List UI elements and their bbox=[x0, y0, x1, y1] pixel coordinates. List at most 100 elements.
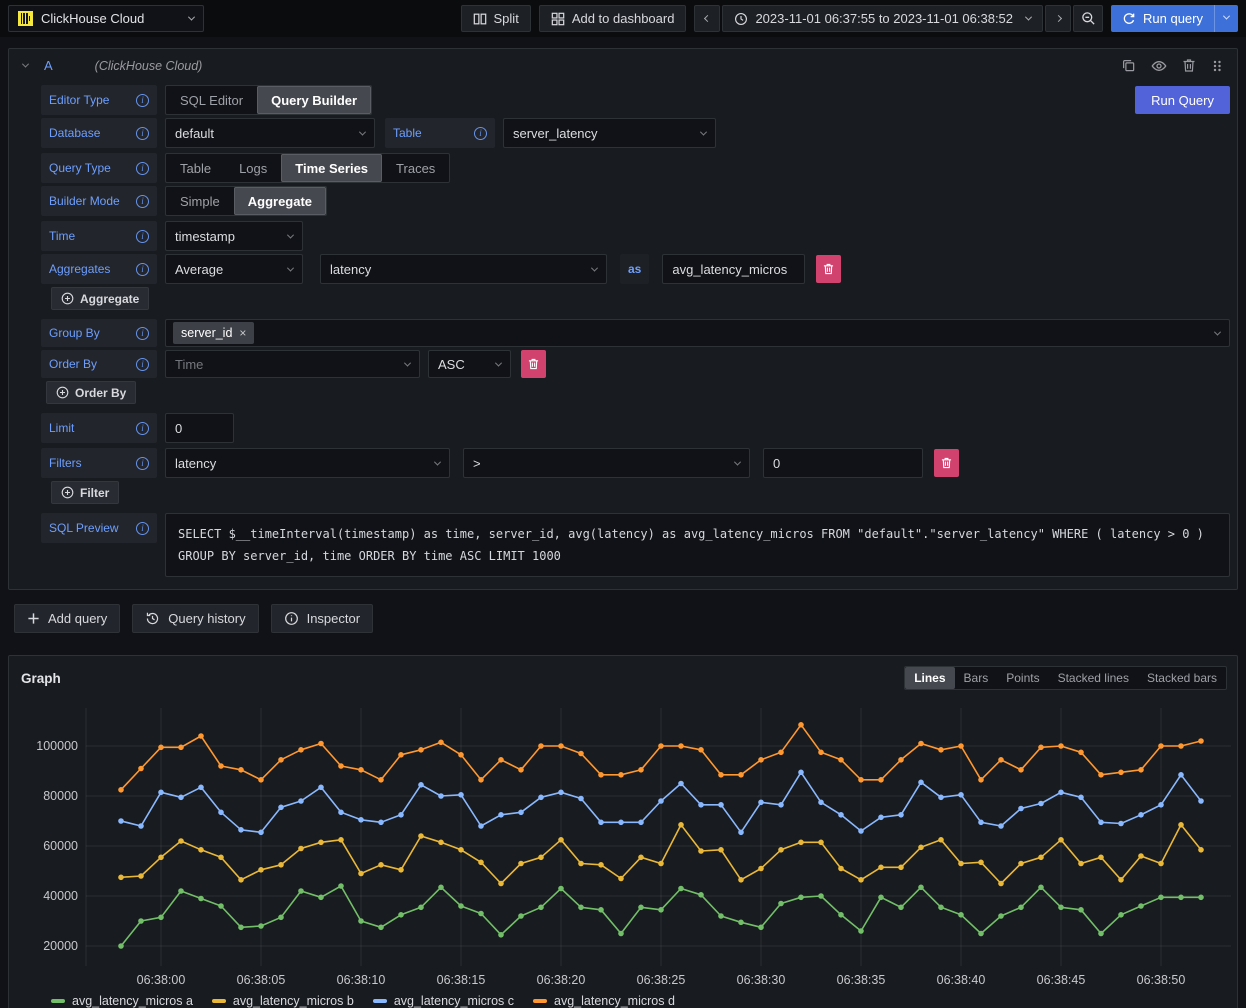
chevron-down-icon bbox=[1214, 328, 1221, 335]
time-range-forward-button[interactable] bbox=[1045, 5, 1071, 32]
query-history-button[interactable]: Query history bbox=[132, 604, 258, 633]
plus-circle-icon bbox=[56, 386, 69, 399]
svg-text:60000: 60000 bbox=[43, 839, 78, 853]
inspector-label: Inspector bbox=[307, 611, 360, 626]
run-query-split-button: Run query bbox=[1111, 5, 1238, 32]
builder-mode-option-aggregate[interactable]: Aggregate bbox=[234, 187, 326, 215]
info-icon[interactable]: i bbox=[136, 263, 149, 276]
hide-response-button[interactable] bbox=[1151, 58, 1167, 74]
chevron-down-icon bbox=[287, 264, 294, 271]
info-icon[interactable]: i bbox=[136, 327, 149, 340]
info-icon[interactable]: i bbox=[136, 127, 149, 140]
dashboard-grid-icon bbox=[551, 12, 565, 26]
run-query-dropdown[interactable] bbox=[1214, 5, 1238, 32]
chevron-down-icon bbox=[359, 128, 366, 135]
svg-text:06:38:40: 06:38:40 bbox=[937, 973, 986, 987]
trash-icon bbox=[1182, 58, 1196, 73]
datasource-picker[interactable]: ClickHouse Cloud bbox=[8, 5, 204, 32]
top-toolbar: ClickHouse Cloud Split Add to dashboard … bbox=[0, 0, 1246, 37]
drag-handle[interactable] bbox=[1211, 59, 1223, 73]
plus-circle-icon bbox=[61, 292, 74, 305]
query-type-option-time-series[interactable]: Time Series bbox=[281, 154, 382, 182]
plus-icon bbox=[27, 612, 40, 625]
remove-filter-button[interactable] bbox=[934, 449, 959, 477]
order-by-direction-select[interactable]: ASC bbox=[428, 350, 511, 378]
panel-run-query-button[interactable]: Run Query bbox=[1135, 86, 1230, 114]
remove-tag-icon[interactable]: × bbox=[239, 326, 246, 340]
svg-text:06:38:00: 06:38:00 bbox=[137, 973, 186, 987]
filters-label: Filtersi bbox=[41, 448, 157, 478]
editor-type-option-sql-editor[interactable]: SQL Editor bbox=[166, 86, 257, 114]
query-history-label: Query history bbox=[168, 611, 245, 626]
filter-value-input[interactable]: 0 bbox=[763, 448, 923, 478]
table-select[interactable]: server_latency bbox=[503, 118, 716, 148]
zoom-out-icon bbox=[1081, 11, 1096, 26]
legend-item-d[interactable]: avg_latency_micros d bbox=[533, 994, 675, 1008]
aggregate-alias-input[interactable]: avg_latency_micros bbox=[662, 254, 805, 284]
run-query-button[interactable]: Run query bbox=[1111, 5, 1214, 32]
graph-mode-option-lines[interactable]: Lines bbox=[905, 667, 954, 689]
legend-item-b[interactable]: avg_latency_micros b bbox=[212, 994, 354, 1008]
graph-mode-option-stacked-lines[interactable]: Stacked lines bbox=[1049, 667, 1138, 689]
query-ref-id[interactable]: A bbox=[44, 58, 53, 73]
info-icon[interactable]: i bbox=[136, 358, 149, 371]
info-icon[interactable]: i bbox=[136, 94, 149, 107]
zoom-out-button[interactable] bbox=[1073, 5, 1103, 32]
inspector-button[interactable]: Inspector bbox=[271, 604, 373, 633]
info-icon[interactable]: i bbox=[136, 457, 149, 470]
table-label: Tablei bbox=[385, 118, 495, 148]
graph-mode-option-bars[interactable]: Bars bbox=[955, 667, 998, 689]
add-query-button[interactable]: Add query bbox=[14, 604, 120, 633]
svg-text:80000: 80000 bbox=[43, 789, 78, 803]
collapse-chevron-icon[interactable] bbox=[22, 61, 29, 68]
legend-item-a[interactable]: avg_latency_micros a bbox=[51, 994, 193, 1008]
remove-aggregate-button[interactable] bbox=[816, 255, 841, 283]
inspect-icon bbox=[284, 611, 299, 626]
info-icon[interactable]: i bbox=[136, 162, 149, 175]
remove-order-by-button[interactable] bbox=[521, 350, 546, 378]
info-icon[interactable]: i bbox=[136, 195, 149, 208]
query-type-option-traces[interactable]: Traces bbox=[382, 154, 449, 182]
legend-swatch-icon bbox=[373, 999, 387, 1003]
graph-mode-option-stacked-bars[interactable]: Stacked bars bbox=[1138, 667, 1226, 689]
remove-query-button[interactable] bbox=[1182, 58, 1196, 73]
legend-swatch-icon bbox=[533, 999, 547, 1003]
add-query-label: Add query bbox=[48, 611, 107, 626]
svg-text:06:38:45: 06:38:45 bbox=[1037, 973, 1086, 987]
info-icon[interactable]: i bbox=[136, 422, 149, 435]
editor-type-toggle: SQL EditorQuery Builder bbox=[165, 85, 372, 115]
filter-operator-select[interactable]: > bbox=[463, 448, 750, 478]
database-select[interactable]: default bbox=[165, 118, 375, 148]
info-icon[interactable]: i bbox=[136, 230, 149, 243]
graph-mode-option-points[interactable]: Points bbox=[997, 667, 1048, 689]
svg-text:06:38:50: 06:38:50 bbox=[1137, 973, 1186, 987]
add-to-dashboard-button[interactable]: Add to dashboard bbox=[539, 5, 687, 32]
time-series-chart[interactable]: 1000008000060000400002000006:38:0006:38:… bbox=[9, 700, 1237, 992]
chevron-down-icon bbox=[188, 14, 195, 21]
limit-input[interactable]: 0 bbox=[165, 413, 234, 443]
filter-field-select[interactable]: latency bbox=[165, 448, 450, 478]
editor-type-option-query-builder[interactable]: Query Builder bbox=[257, 86, 371, 114]
time-label: Timei bbox=[41, 221, 157, 251]
aggregate-column-select[interactable]: latency bbox=[320, 254, 607, 284]
add-filter-button[interactable]: Filter bbox=[51, 481, 119, 504]
query-type-label: Query Typei bbox=[41, 153, 157, 183]
aggregate-function-select[interactable]: Average bbox=[165, 254, 303, 284]
info-icon[interactable]: i bbox=[474, 127, 487, 140]
info-icon[interactable]: i bbox=[136, 522, 149, 535]
time-column-select[interactable]: timestamp bbox=[165, 221, 303, 251]
query-type-option-logs[interactable]: Logs bbox=[225, 154, 281, 182]
time-range-picker[interactable]: 2023-11-01 06:37:55 to 2023-11-01 06:38:… bbox=[722, 5, 1043, 32]
builder-mode-option-simple[interactable]: Simple bbox=[166, 187, 234, 215]
svg-text:06:38:05: 06:38:05 bbox=[237, 973, 286, 987]
order-by-field-select[interactable]: Time bbox=[165, 350, 420, 378]
query-type-option-table[interactable]: Table bbox=[166, 154, 225, 182]
add-aggregate-button[interactable]: Aggregate bbox=[51, 287, 149, 310]
group-by-select[interactable]: server_id× bbox=[165, 319, 1230, 347]
split-button[interactable]: Split bbox=[461, 5, 531, 32]
add-order-by-button[interactable]: Order By bbox=[46, 381, 136, 404]
time-range-back-button[interactable] bbox=[694, 5, 720, 32]
legend-item-c[interactable]: avg_latency_micros c bbox=[373, 994, 514, 1008]
duplicate-query-button[interactable] bbox=[1121, 58, 1136, 73]
chevron-down-icon bbox=[495, 359, 502, 366]
